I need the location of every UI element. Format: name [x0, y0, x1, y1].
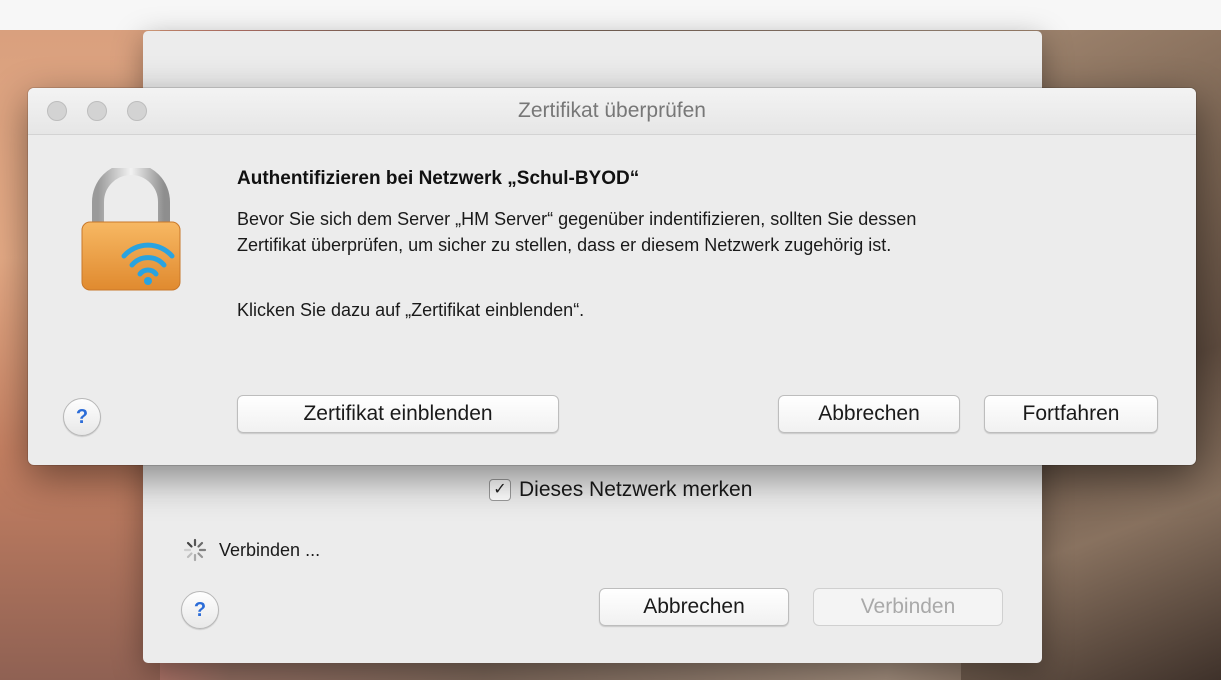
cancel-button[interactable]: Abbrechen: [778, 395, 960, 433]
dialog-titlebar: Zertifikat überprüfen: [28, 88, 1196, 135]
help-button[interactable]: ?: [181, 591, 219, 629]
wifi-lock-icon: [81, 168, 181, 291]
dialog-message-line-1: Bevor Sie sich dem Server „HM Server“ ge…: [237, 209, 917, 229]
cancel-connect-button[interactable]: Abbrechen: [599, 588, 789, 626]
dialog-message: Bevor Sie sich dem Server „HM Server“ ge…: [237, 206, 1167, 258]
remember-network-label: Dieses Netzwerk merken: [519, 478, 753, 501]
dialog-hint: Klicken Sie dazu auf „Zertifikat einblen…: [237, 300, 585, 320]
remember-network-checkbox[interactable]: ✓: [489, 479, 511, 501]
desktop-top-strip: [0, 0, 1221, 30]
connection-status-text: Verbinden ...: [219, 539, 321, 560]
dialog-help-button[interactable]: ?: [63, 398, 101, 436]
connection-status: Verbinden ...: [183, 538, 320, 562]
dialog-heading: Authentifizieren bei Netzwerk „Schul-BYO…: [237, 168, 640, 189]
spinner-icon: [183, 538, 207, 562]
show-certificate-button[interactable]: Zertifikat einblenden: [237, 395, 559, 433]
dialog-title: Zertifikat überprüfen: [518, 99, 706, 122]
remember-network-option[interactable]: ✓ Dieses Netzwerk merken: [489, 478, 752, 502]
dialog-message-line-2: Zertifikat überprüfen, um sicher zu stel…: [237, 235, 892, 255]
verify-certificate-dialog: Zertifikat überprüfen Authentifizieren b…: [28, 88, 1196, 465]
continue-button[interactable]: Fortfahren: [984, 395, 1158, 433]
connect-button[interactable]: Verbinden: [813, 588, 1003, 626]
